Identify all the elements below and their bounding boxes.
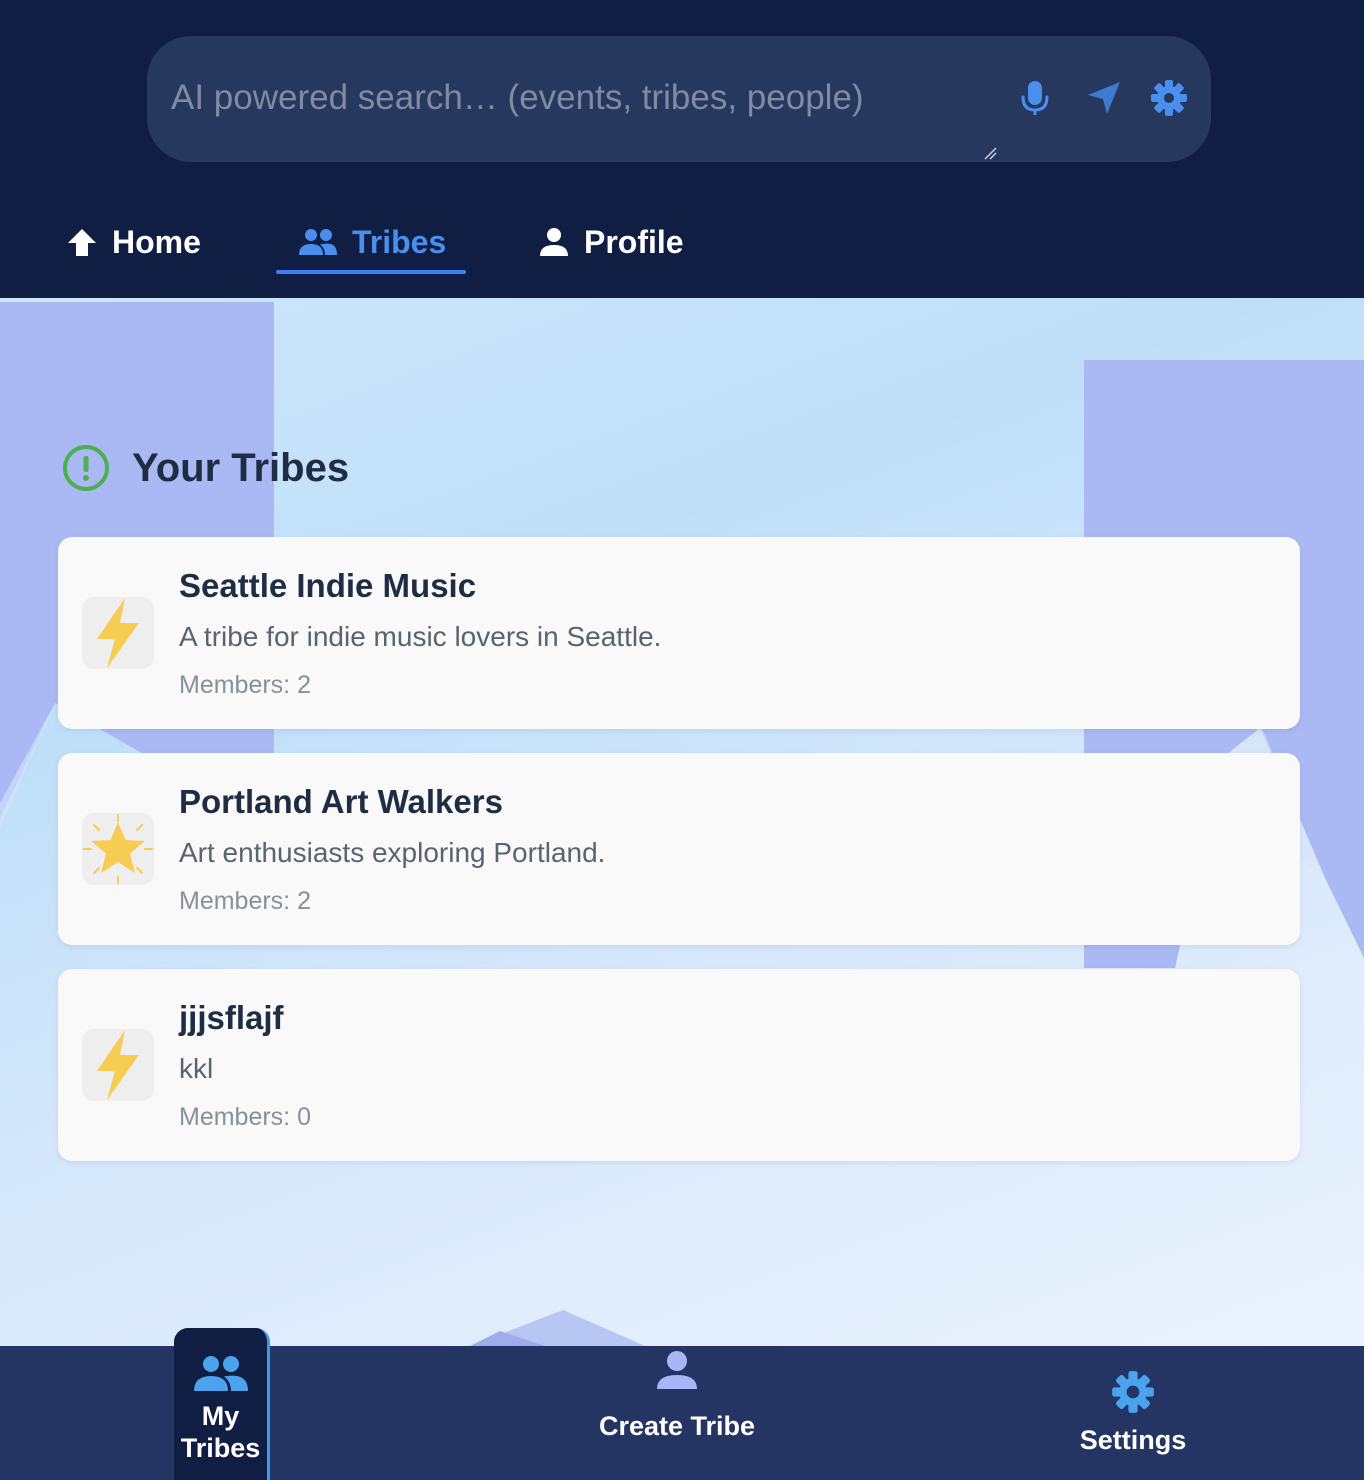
lightning-icon [97,1030,139,1100]
tribe-icon-tile [82,1029,154,1101]
microphone-button[interactable] [1011,74,1059,122]
gear-icon [1112,1371,1154,1413]
tribe-card[interactable]: Portland Art Walkers Art enthusiasts exp… [58,753,1300,945]
search-box [147,36,1211,162]
lightning-icon [97,598,139,668]
send-button[interactable] [1080,74,1128,122]
bottom-nav-settings[interactable]: Settings [1058,1370,1208,1456]
app-window: Home Tribes Profile [0,0,1364,1480]
header: Home Tribes Profile [0,0,1364,298]
tribe-icon-tile [82,597,154,669]
tab-home-label: Home [112,223,201,260]
bottom-nav: My Tribes Create Tribe Settings [0,1328,1364,1480]
bottom-nav-settings-label: Settings [1079,1425,1187,1455]
gear-icon [1151,80,1187,116]
tribe-icon-tile [82,813,154,885]
tribe-members: Members: 0 [179,1103,311,1131]
tribe-members: Members: 2 [179,887,311,915]
star-icon [83,814,153,884]
window-edge [1364,0,1370,1480]
tab-tribes[interactable]: Tribes [276,210,466,274]
people-icon [193,1356,248,1391]
tab-profile-label: Profile [584,223,684,260]
tab-tribes-label: Tribes [352,223,447,260]
alert-circle-icon [63,445,109,491]
people-icon [299,229,337,255]
tribe-card[interactable]: Seattle Indie Music A tribe for indie mu… [58,537,1300,729]
tribe-name: jjjsflajf [179,999,284,1036]
tribe-card[interactable]: jjjsflajf kkl Members: 0 [58,969,1300,1161]
section-title: Your Tribes [132,445,350,490]
search-input[interactable] [171,68,991,128]
send-icon [1088,82,1120,114]
tribe-description: Art enthusiasts exploring Portland. [179,837,606,868]
section-header: Your Tribes [62,444,349,492]
bottom-nav-create-tribe[interactable]: Create Tribe [597,1350,757,1442]
microphone-icon [1021,81,1049,115]
search-settings-button[interactable] [1145,74,1193,122]
home-icon [68,229,96,256]
bottom-nav-create-tribe-label: Create Tribe [598,1411,756,1441]
resize-handle-icon[interactable] [983,146,997,160]
tribe-name: Portland Art Walkers [179,783,503,820]
bottom-nav-my-tribes[interactable]: My Tribes [174,1328,270,1480]
main-content: Your Tribes Seattle Indie Music A tribe … [0,298,1364,1346]
bottom-nav-my-tribes-label: My Tribes [180,1401,261,1463]
top-nav: Home Tribes Profile [0,210,1364,298]
tribe-members: Members: 2 [179,671,311,699]
tab-home[interactable]: Home [66,210,226,274]
tribe-description: kkl [179,1053,214,1084]
tribe-name: Seattle Indie Music [179,567,477,604]
tribe-description: A tribe for indie music lovers in Seattl… [179,621,662,652]
person-icon [657,1351,697,1389]
tab-profile[interactable]: Profile [538,210,728,274]
person-icon [540,228,568,256]
